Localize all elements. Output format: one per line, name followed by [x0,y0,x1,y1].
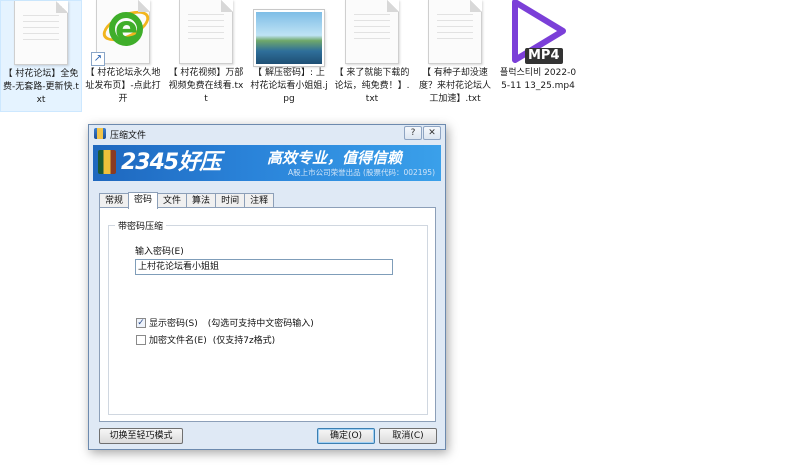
password-input[interactable]: 上村花论坛看小姐姐 [135,259,393,275]
show-password-label[interactable]: 显示密码(S) [149,316,198,329]
dialog-titlebar[interactable]: 压缩文件 ? ✕ [89,125,445,143]
cancel-button[interactable]: 取消(C) [379,428,437,444]
file-name: 【 村花论坛永久地址发布页】-点此打开 [85,68,161,104]
ok-button[interactable]: 确定(O) [317,428,375,444]
file-item-txt-2[interactable]: 【 村花视频】万部视频免费在线看.txt [165,0,247,112]
haozip-logo-icon [98,150,116,174]
close-button[interactable]: ✕ [423,126,441,140]
file-item-txt-1[interactable]: 【 村花论坛】全免费-无套路-更新快.txt [0,0,82,112]
file-item-txt-4[interactable]: 【 有种子却没速度？来村花论坛人工加速】.txt [414,0,496,112]
image-thumbnail [254,10,324,66]
brand-name: 2345好压 [121,150,221,175]
compress-dialog: 压缩文件 ? ✕ 2345好压 高效专业，值得信赖 A股上市公司荣誉出品 (股票… [88,124,446,450]
show-password-checkbox[interactable]: ✓ [136,317,146,328]
password-label: 输入密码(E) [135,247,184,257]
file-name: 【 来了就能下载的论坛，纯免费！】.txt [334,68,410,104]
file-name: 【 解压密码】: 上村花论坛看小姐姐.jpg [250,68,328,104]
tab-algorithm[interactable]: 算法 [186,193,217,208]
brand-banner: 2345好压 高效专业，值得信赖 A股上市公司荣誉出品 (股票代码：002195… [93,145,441,181]
show-password-hint: (勾选可支持中文密码输入) [207,319,314,329]
text-file-icon [345,0,399,64]
archive-app-icon [94,128,106,139]
ie-shortcut-icon: e ↗ [91,0,154,66]
show-password-row: ✓ 显示密码(S) (勾选可支持中文密码输入) [136,316,314,329]
dialog-title: 压缩文件 [110,131,147,141]
encrypt-names-hint: (仅支持7z格式) [212,336,276,346]
tab-comment[interactable]: 注释 [244,193,275,208]
tab-password[interactable]: 密码 [128,192,159,209]
file-item-shortcut[interactable]: e ↗ 【 村花论坛永久地址发布页】-点此打开 [82,0,164,112]
file-item-jpg[interactable]: 【 解压密码】: 上村花论坛看小姐姐.jpg [248,0,330,112]
encrypt-names-row: 加密文件名(E) (仅支持7z格式) [136,333,275,346]
tab-files[interactable]: 文件 [157,193,188,208]
mp4-badge: MP4 [525,48,563,64]
text-file-icon [428,0,482,64]
help-button[interactable]: ? [404,126,422,140]
tab-time[interactable]: 时间 [215,193,246,208]
text-file-icon [14,1,68,65]
file-list: 【 村花论坛】全免费-无套路-更新快.txt e ↗ 【 村花论坛永久地址发布页… [0,0,800,112]
file-name: 【 有种子却没速度？来村花论坛人工加速】.txt [418,68,491,104]
text-file-icon [179,0,233,64]
switch-mode-button[interactable]: 切换至轻巧模式 [99,428,183,444]
encrypt-names-checkbox[interactable] [136,334,146,345]
file-item-txt-3[interactable]: 【 来了就能下载的论坛，纯免费！】.txt [331,0,413,112]
encrypt-names-label[interactable]: 加密文件名(E) [149,333,207,346]
tab-bar: 常规 密码 文件 算法 时间 注释 [99,192,275,209]
file-name: 플럭스티비 2022-05-11 13_25.mp4 [499,68,577,91]
group-title: 带密码压缩 [115,219,167,232]
password-tab-panel: 带密码压缩 [99,207,436,422]
tab-general[interactable]: 常规 [99,193,130,208]
shortcut-arrow-icon: ↗ [91,52,105,66]
brand-subtitle: A股上市公司荣誉出品 (股票代码：002195) [288,168,435,177]
file-item-mp4[interactable]: MP4 플럭스티비 2022-05-11 13_25.mp4 [497,0,579,112]
brand-slogan: 高效专业，值得信赖 [267,149,403,167]
file-name: 【 村花论坛】全免费-无套路-更新快.txt [3,69,79,105]
file-name: 【 村花视频】万部视频免费在线看.txt [168,68,244,104]
